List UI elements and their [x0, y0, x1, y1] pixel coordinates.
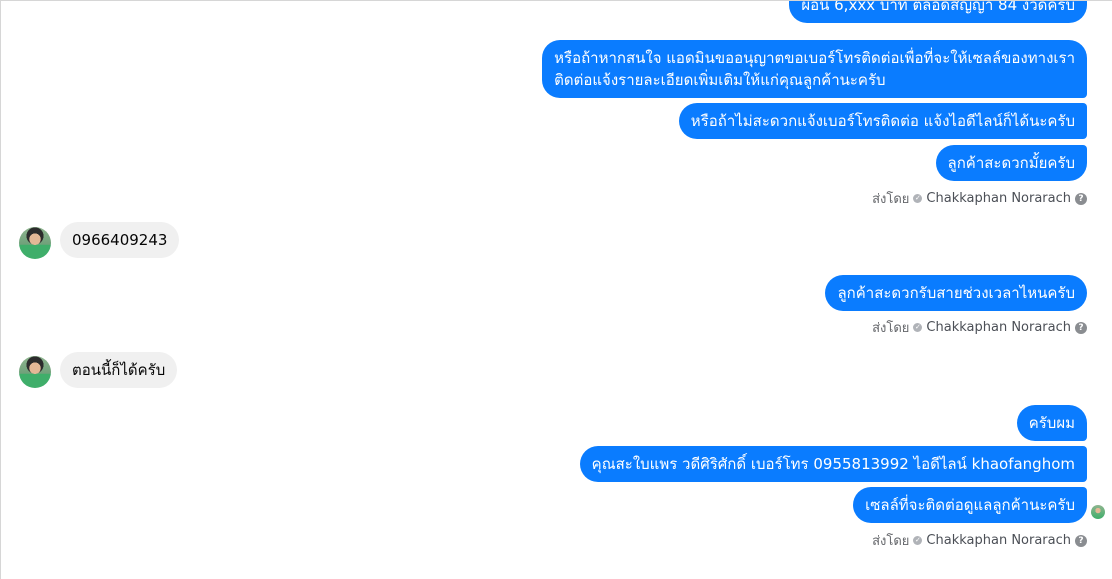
sent-by-label: ส่งโดย — [872, 534, 910, 549]
help-icon[interactable]: ? — [1075, 192, 1087, 205]
incoming-message: ตอนนี้ก็ได้ครับ — [60, 352, 178, 388]
contact-avatar[interactable] — [19, 227, 51, 259]
outgoing-message: ผ่อน 6,xxx บาท ตลอดสัญญา 84 งวดครับ — [789, 1, 1087, 23]
message-line: ติดต่อแจ้งรายละเอียดเพิ่มเติมให้แก่คุณลู… — [554, 71, 886, 89]
outgoing-message: ลูกค้าสะดวกรับสายช่วงเวลาไหนครับ — [825, 275, 1087, 311]
sent-by-line: ส่งโดย ✓ Chakkaphan Norarach ? — [872, 530, 1087, 551]
outgoing-message: ครับผม — [1016, 405, 1087, 441]
outgoing-message: หรือถ้าไม่สะดวกแจ้งเบอร์โทรติดต่อ แจ้งไอ… — [678, 103, 1087, 139]
help-icon[interactable]: ? — [1075, 534, 1087, 547]
outgoing-message: เซลล์ที่จะติดต่อดูแลลูกค้านะครับ — [853, 487, 1087, 523]
sender-check-icon: ✓ — [913, 194, 923, 203]
sent-by-label: ส่งโดย — [872, 321, 910, 336]
help-icon[interactable]: ? — [1075, 321, 1087, 334]
sender-check-icon: ✓ — [913, 536, 923, 545]
sender-name[interactable]: Chakkaphan Norarach — [926, 533, 1071, 548]
sent-by-line: ส่งโดย ✓ Chakkaphan Norarach ? — [872, 317, 1087, 338]
chat-conversation: ผ่อน 6,xxx บาท ตลอดสัญญา 84 งวดครับ หรือ… — [0, 0, 1112, 579]
incoming-message: 0966409243 — [60, 222, 180, 258]
outgoing-message: คุณสะใบแพร วดีศิริศักดิ์ เบอร์โทร 095581… — [579, 446, 1087, 482]
outgoing-message: หรือถ้าหากสนใจ แอดมินขออนุญาตขอเบอร์โทรต… — [542, 40, 1087, 98]
sender-name[interactable]: Chakkaphan Norarach — [926, 191, 1071, 206]
sender-name[interactable]: Chakkaphan Norarach — [926, 320, 1071, 335]
sent-by-line: ส่งโดย ✓ Chakkaphan Norarach ? — [872, 188, 1087, 209]
sender-check-icon: ✓ — [913, 323, 923, 332]
contact-avatar[interactable] — [19, 356, 51, 388]
message-line: หรือถ้าหากสนใจ แอดมินขออนุญาตขอเบอร์โทรต… — [554, 49, 1075, 67]
sent-by-label: ส่งโดย — [872, 192, 910, 207]
outgoing-message: ลูกค้าสะดวกมั้ยครับ — [935, 145, 1087, 181]
seen-receipt-avatar — [1091, 505, 1105, 519]
